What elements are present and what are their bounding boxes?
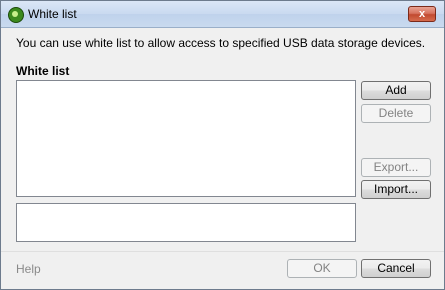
title-bar[interactable]: White list x xyxy=(1,1,444,28)
help-link[interactable]: Help xyxy=(16,262,41,276)
close-icon: x xyxy=(418,8,426,20)
ok-button[interactable]: OK xyxy=(287,259,357,278)
delete-button[interactable]: Delete xyxy=(361,104,431,123)
description-text: You can use white list to allow access t… xyxy=(16,36,426,50)
app-icon xyxy=(8,7,24,23)
footer-divider xyxy=(1,251,444,252)
white-list-listbox[interactable] xyxy=(16,80,356,197)
close-button[interactable]: x xyxy=(408,6,436,22)
import-button[interactable]: Import... xyxy=(361,180,431,199)
export-button[interactable]: Export... xyxy=(361,158,431,177)
white-list-dialog: White list x You can use white list to a… xyxy=(0,0,445,290)
white-list-label: White list xyxy=(16,64,70,78)
add-button[interactable]: Add xyxy=(361,81,431,100)
device-details-box[interactable] xyxy=(16,203,356,242)
cancel-button[interactable]: Cancel xyxy=(361,259,431,278)
window-title: White list xyxy=(28,7,77,21)
